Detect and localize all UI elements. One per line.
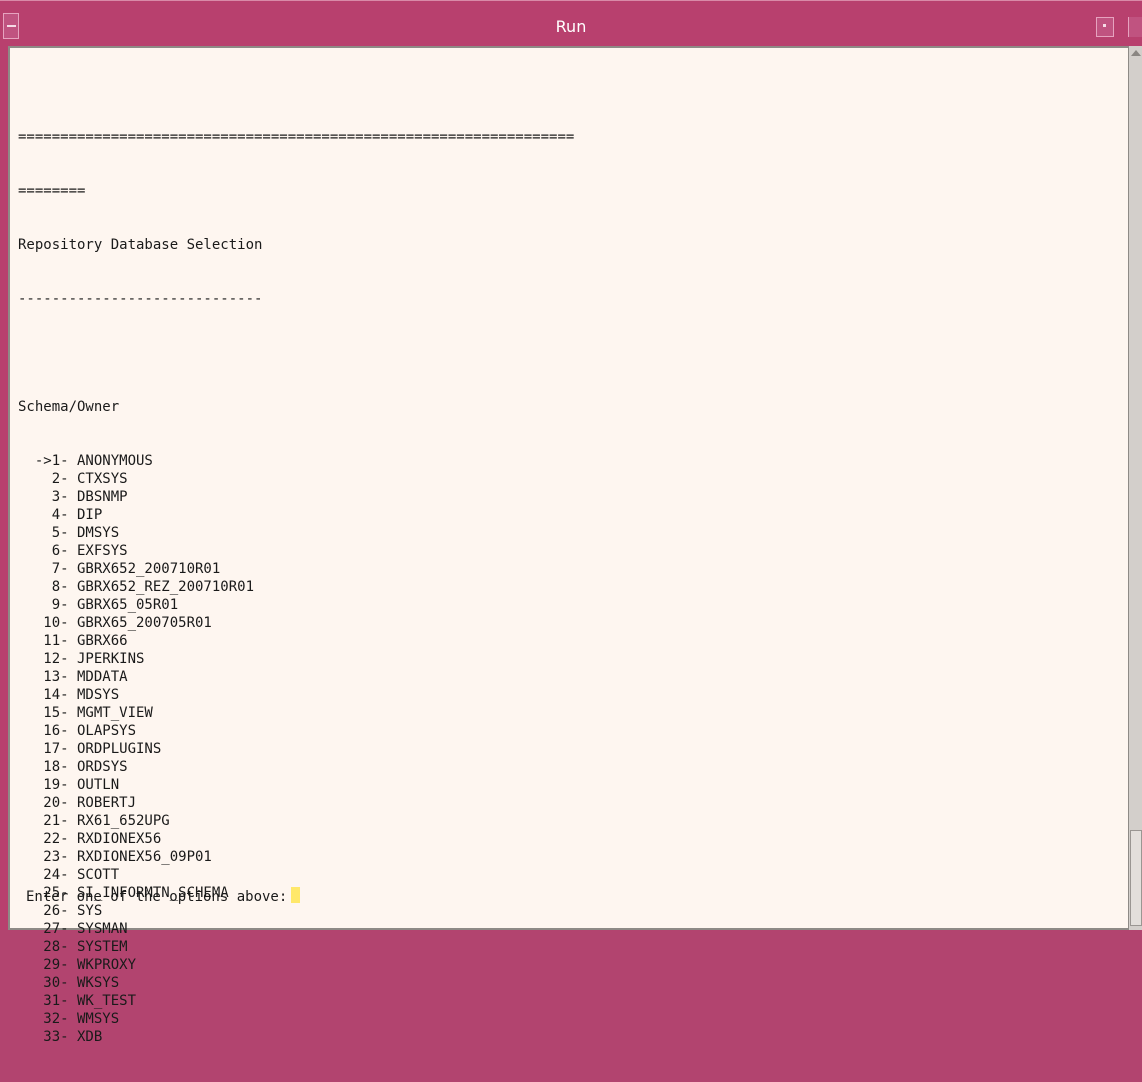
schema-option: 27- SYSMAN [18, 921, 128, 937]
maximize-icon[interactable] [1128, 17, 1142, 37]
schema-option: 5- DMSYS [18, 525, 120, 541]
heading-underline: ----------------------------- [18, 291, 263, 307]
minimize-icon[interactable] [1096, 17, 1114, 37]
schema-option: 29- WKPROXY [18, 957, 137, 973]
schema-option: 30- WKSYS [18, 975, 120, 991]
list-header: Schema/Owner [18, 399, 120, 415]
schema-option: 33- XDB [18, 1029, 103, 1045]
section-heading: Repository Database Selection [18, 237, 263, 253]
schema-option: 14- MDSYS [18, 687, 120, 703]
schema-option-list: ->1- ANONYMOUS 2- CTXSYS 3- DBSNMP 4- DI… [18, 452, 1118, 1046]
schema-option: 13- MDDATA [18, 669, 128, 685]
schema-option: 24- SCOTT [18, 867, 120, 883]
schema-option: 16- OLAPSYS [18, 723, 137, 739]
text-cursor [291, 887, 301, 903]
schema-option: 22- RXDIONEX56 [18, 831, 162, 847]
schema-option: 10- GBRX65_200705R01 [18, 615, 212, 631]
vertical-scrollbar[interactable] [1128, 46, 1142, 930]
separator-long: ========================================… [18, 129, 575, 145]
window-titlebar[interactable]: Run [0, 0, 1142, 40]
separator-short: ======== [18, 183, 86, 199]
schema-option: 12- JPERKINS [18, 651, 145, 667]
input-prompt[interactable]: Enter one of the options above: [26, 887, 301, 906]
schema-option: 15- MGMT_VIEW [18, 705, 153, 721]
terminal-output: ========================================… [18, 92, 1118, 1082]
schema-option: 21- RX61_652UPG [18, 813, 170, 829]
schema-option: 6- EXFSYS [18, 543, 128, 559]
window-title: Run [555, 17, 587, 36]
schema-option: 17- ORDPLUGINS [18, 741, 162, 757]
schema-option: 8- GBRX652_REZ_200710R01 [18, 579, 255, 595]
run-window: Run ====================================… [0, 0, 1142, 1045]
schema-option: ->1- ANONYMOUS [18, 453, 153, 469]
schema-option: 20- ROBERTJ [18, 795, 137, 811]
schema-option: 28- SYSTEM [18, 939, 128, 955]
schema-option: 31- WK_TEST [18, 993, 137, 1009]
schema-option: 18- ORDSYS [18, 759, 128, 775]
scroll-thumb[interactable] [1130, 830, 1142, 926]
schema-option: 9- GBRX65_05R01 [18, 597, 179, 613]
schema-option: 2- CTXSYS [18, 471, 128, 487]
schema-option: 4- DIP [18, 507, 103, 523]
schema-option: 19- OUTLN [18, 777, 120, 793]
schema-option: 11- GBRX66 [18, 633, 128, 649]
schema-option: 3- DBSNMP [18, 489, 128, 505]
prompt-text: Enter one of the options above: [26, 889, 288, 905]
schema-option: 32- WMSYS [18, 1011, 120, 1027]
schema-option: 7- GBRX652_200710R01 [18, 561, 221, 577]
schema-option: 23- RXDIONEX56_09P01 [18, 849, 212, 865]
scroll-up-arrow-icon[interactable] [1131, 50, 1141, 56]
